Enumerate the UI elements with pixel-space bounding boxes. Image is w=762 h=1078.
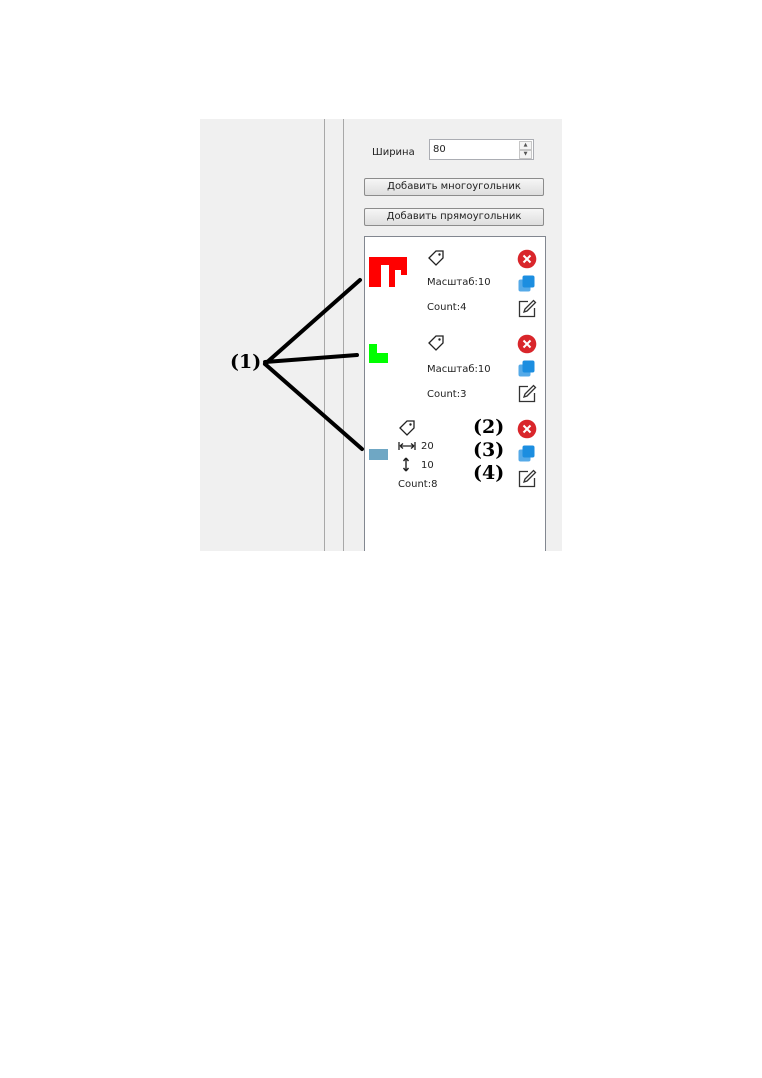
annotation-label-delete: (2) (473, 416, 505, 438)
annotation-lines (263, 278, 364, 451)
annotation-label-edit: (4) (473, 462, 505, 484)
annotation-label-shapes: (1) (230, 351, 262, 373)
annotation-label-copy: (3) (473, 439, 505, 461)
